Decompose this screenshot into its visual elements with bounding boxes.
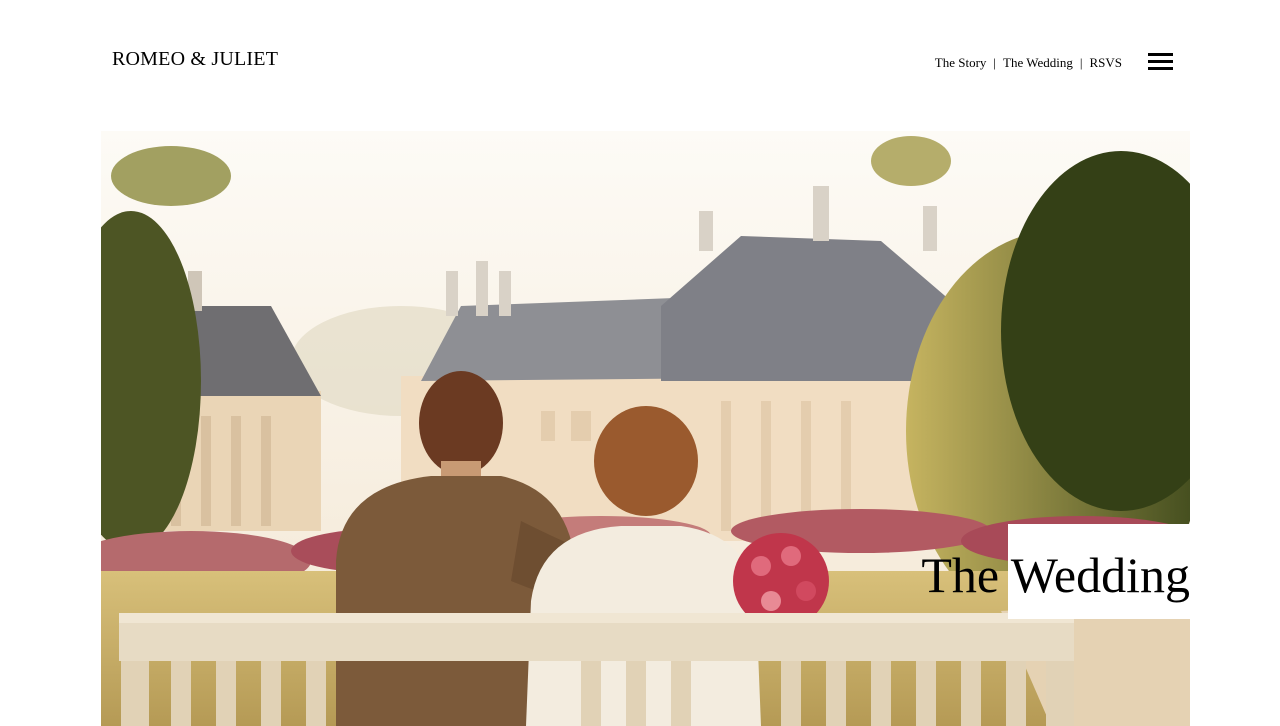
nav-link-rsvs[interactable]: RSVS	[1089, 55, 1122, 71]
nav-separator: |	[1079, 55, 1083, 70]
hero-illustration	[101, 131, 1190, 726]
top-nav: The Story | The Wedding | RSVS	[935, 55, 1122, 71]
hamburger-menu-icon[interactable]	[1148, 53, 1173, 72]
nav-link-the-story[interactable]: The Story	[935, 55, 987, 71]
menu-bar	[1148, 53, 1173, 56]
menu-bar	[1148, 60, 1173, 63]
hero-caption: The Wedding	[921, 547, 1190, 603]
hero-image	[101, 131, 1190, 726]
site-header: ROMEO & JULIET The Story | The Wedding |…	[0, 0, 1280, 130]
nav-link-the-wedding[interactable]: The Wedding	[1003, 55, 1073, 71]
nav-separator: |	[993, 55, 997, 70]
site-logo[interactable]: ROMEO & JULIET	[112, 48, 278, 71]
menu-bar	[1148, 67, 1173, 70]
